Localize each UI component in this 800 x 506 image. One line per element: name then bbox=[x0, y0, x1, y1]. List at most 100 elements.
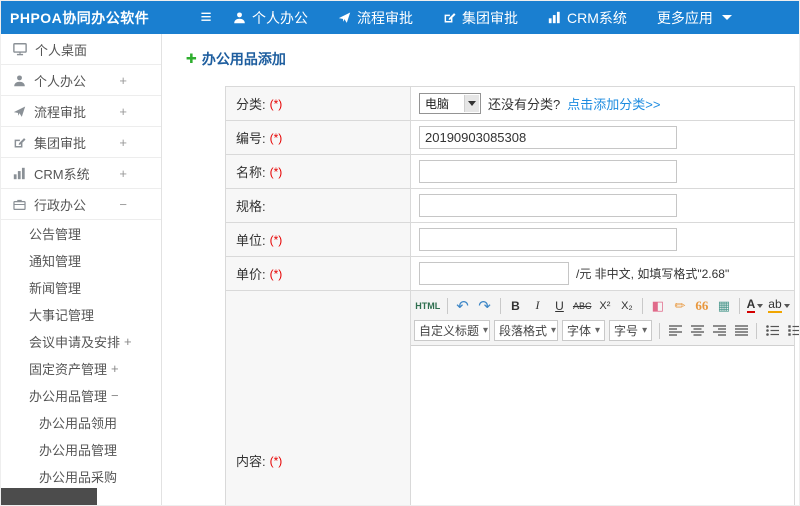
bar-chart-icon bbox=[548, 11, 560, 24]
required-mark: (*) bbox=[269, 164, 283, 179]
ordered-list-icon bbox=[787, 325, 799, 336]
form-row-category: 分类: (*) 电脑 还没有分类? 点击添加分类>> bbox=[226, 87, 794, 121]
supplies-add-form: 分类: (*) 电脑 还没有分类? 点击添加分类>> 编号: (*) 20190… bbox=[225, 86, 799, 505]
bold-icon: B bbox=[511, 298, 520, 313]
sidebar-item-workflow-approval[interactable]: 流程审批 + bbox=[1, 96, 161, 127]
align-left-button[interactable] bbox=[665, 320, 685, 341]
sidebar-item-label: 办公用品领用 bbox=[39, 416, 118, 431]
align-left-icon bbox=[668, 325, 682, 336]
underline-button[interactable]: U bbox=[550, 295, 570, 316]
category-select[interactable]: 电脑 bbox=[419, 93, 481, 114]
sidebar-item-label: 公告管理 bbox=[29, 227, 82, 242]
unit-input[interactable] bbox=[419, 228, 677, 251]
superscript-icon: X² bbox=[599, 299, 611, 312]
align-center-button[interactable] bbox=[687, 320, 707, 341]
field-control: 电脑 还没有分类? 点击添加分类>> bbox=[411, 87, 794, 120]
sidebar-item-announcement-mgmt[interactable]: 公告管理 bbox=[1, 220, 161, 247]
bar-chart-icon bbox=[13, 167, 25, 179]
highlight-color-button[interactable]: ab bbox=[767, 295, 791, 316]
subscript-button[interactable]: X₂ bbox=[617, 295, 637, 316]
caret-down-icon: ▾ bbox=[642, 325, 648, 336]
nav-crm-system[interactable]: CRM系统 bbox=[548, 8, 627, 28]
unordered-list-button[interactable] bbox=[762, 320, 782, 341]
sidebar-item-personal-office[interactable]: 个人办公 + bbox=[1, 65, 161, 96]
redo-icon: ↷ bbox=[478, 297, 491, 315]
form-row-price: 单价: (*) /元 非中文, 如填写格式"2.68" bbox=[226, 257, 794, 291]
format-brush-button[interactable]: ✏ bbox=[670, 295, 690, 316]
expand-toggle[interactable]: + bbox=[119, 135, 127, 150]
redo-button[interactable]: ↷ bbox=[475, 295, 495, 316]
expand-toggle[interactable]: + bbox=[124, 334, 132, 349]
nav-more-apps[interactable]: 更多应用 bbox=[657, 8, 732, 28]
strikethrough-button[interactable]: ABC bbox=[572, 295, 593, 316]
html-source-button[interactable]: HTML bbox=[414, 295, 442, 316]
field-label: 规格: bbox=[226, 189, 411, 222]
sidebar-item-memorabilia-mgmt[interactable]: 大事记管理 bbox=[1, 301, 161, 328]
sidebar: 个人桌面 个人办公 + 流程审批 + 集团审批 + CRM系统 + 行政办公 −… bbox=[1, 34, 162, 505]
sidebar-item-supplies-receive[interactable]: 办公用品领用 bbox=[1, 409, 161, 436]
sidebar-item-admin-office[interactable]: 行政办公 − bbox=[1, 189, 161, 220]
sidebar-item-crm-system[interactable]: CRM系统 + bbox=[1, 158, 161, 189]
link-status-tooltip bbox=[1, 488, 97, 505]
expand-toggle[interactable]: + bbox=[119, 104, 127, 119]
expand-toggle[interactable]: + bbox=[119, 73, 127, 88]
field-label: 名称: (*) bbox=[226, 155, 411, 188]
price-input[interactable] bbox=[419, 262, 569, 285]
price-format-hint: /元 非中文, 如填写格式"2.68" bbox=[576, 267, 730, 281]
custom-title-dropdown[interactable]: 自定义标题 ▾ bbox=[414, 320, 490, 341]
undo-button[interactable]: ↶ bbox=[453, 295, 473, 316]
field-label: 内容: (*) bbox=[226, 291, 411, 505]
select-arrow-button bbox=[464, 95, 479, 112]
editor-content-area[interactable] bbox=[411, 346, 794, 505]
label-text: 分类: bbox=[236, 97, 266, 112]
sidebar-item-supplies-purchase[interactable]: 办公用品采购 bbox=[1, 463, 161, 490]
sidebar-item-label: 集团审批 bbox=[34, 135, 87, 151]
sidebar-item-personal-desktop[interactable]: 个人桌面 bbox=[1, 34, 161, 65]
sidebar-item-label: 办公用品管理 bbox=[29, 389, 108, 404]
toolbar-separator bbox=[738, 297, 740, 314]
sidebar-item-notice-mgmt[interactable]: 通知管理 bbox=[1, 247, 161, 274]
spec-input[interactable] bbox=[419, 194, 677, 217]
toolbar-separator bbox=[756, 322, 758, 339]
toolbar-separator bbox=[641, 297, 643, 314]
sidebar-item-news-mgmt[interactable]: 新闻管理 bbox=[1, 274, 161, 301]
field-label: 编号: (*) bbox=[226, 121, 411, 154]
superscript-button[interactable]: X² bbox=[595, 295, 615, 316]
nav-group-approval[interactable]: 集团审批 bbox=[443, 8, 518, 28]
insert-image-button[interactable]: ▦ bbox=[714, 295, 734, 316]
align-right-button[interactable] bbox=[709, 320, 729, 341]
hamburger-menu-icon[interactable]: ≡ bbox=[191, 8, 221, 27]
code-input[interactable] bbox=[419, 126, 677, 149]
sidebar-item-group-approval[interactable]: 集团审批 + bbox=[1, 127, 161, 158]
nav-workflow-approval[interactable]: 流程审批 bbox=[338, 8, 413, 28]
blockquote-button[interactable]: 66 bbox=[692, 295, 712, 316]
category-hint: 还没有分类? bbox=[488, 97, 561, 112]
nav-personal-office[interactable]: 个人办公 bbox=[233, 8, 308, 28]
bold-button[interactable]: B bbox=[506, 295, 526, 316]
editor-toolbar-row1: HTML ↶ ↷ B I U ABC X² X₂ ◧ ✏ 66 ▦ A ab bbox=[414, 293, 791, 318]
remove-format-button[interactable]: ◧ bbox=[648, 295, 668, 316]
collapse-toggle[interactable]: − bbox=[119, 197, 127, 212]
add-category-link[interactable]: 点击添加分类>> bbox=[567, 94, 660, 113]
name-input[interactable] bbox=[419, 160, 677, 183]
collapse-toggle[interactable]: − bbox=[111, 388, 119, 403]
selected-value: 电脑 bbox=[425, 97, 450, 111]
align-justify-button[interactable] bbox=[731, 320, 751, 341]
sidebar-item-fixed-assets-mgmt[interactable]: 固定资产管理 + bbox=[1, 355, 161, 382]
sidebar-item-meeting-request[interactable]: 会议申请及安排 + bbox=[1, 328, 161, 355]
expand-toggle[interactable]: + bbox=[119, 166, 127, 181]
sidebar-item-label: 办公用品采购 bbox=[39, 470, 118, 485]
label-text: 单位: bbox=[236, 233, 266, 248]
sidebar-item-supplies-manage[interactable]: 办公用品管理 bbox=[1, 436, 161, 463]
ordered-list-button[interactable] bbox=[784, 320, 799, 341]
font-color-button[interactable]: A bbox=[745, 295, 765, 316]
paragraph-format-dropdown[interactable]: 段落格式 ▾ bbox=[494, 320, 558, 341]
font-size-dropdown[interactable]: 字号 ▾ bbox=[609, 320, 653, 341]
expand-toggle[interactable]: + bbox=[111, 361, 119, 376]
italic-button[interactable]: I bbox=[528, 295, 548, 316]
flow-send-icon bbox=[338, 12, 351, 23]
font-family-dropdown[interactable]: 字体 ▾ bbox=[562, 320, 606, 341]
required-mark: (*) bbox=[269, 266, 283, 281]
sidebar-item-office-supplies-mgmt[interactable]: 办公用品管理 − bbox=[1, 382, 161, 409]
brush-icon: ✏ bbox=[674, 297, 686, 313]
